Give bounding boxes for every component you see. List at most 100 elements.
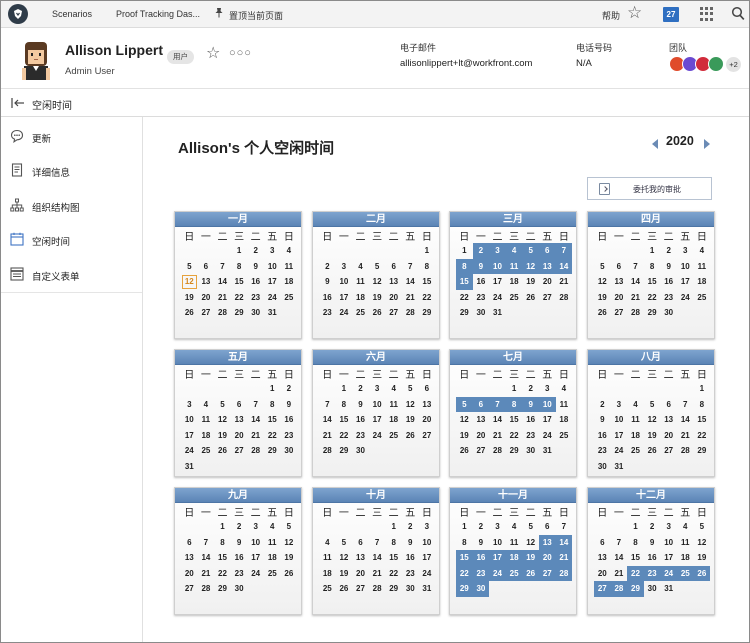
sidebar-item-time-off[interactable]: 空闲时间 [1,222,142,256]
calendar-day[interactable]: 4 [385,381,402,397]
calendar-day[interactable]: 16 [402,550,419,566]
calendar-day[interactable]: 30 [231,581,248,597]
calendar-day[interactable]: 30 [473,305,490,321]
calendar-day[interactable]: 15 [506,412,523,428]
calendar-day[interactable]: 5 [281,519,298,535]
calendar-day[interactable]: 10 [181,412,198,428]
calendar-day[interactable]: 25 [281,290,298,306]
calendar-day[interactable]: 4 [506,519,523,535]
calendar-day[interactable]: 23 [247,290,264,306]
calendar-day[interactable]: 8 [694,397,711,413]
calendar-day[interactable]: 19 [336,566,353,582]
calendar-day[interactable]: 13 [594,550,611,566]
calendar-day[interactable]: 31 [489,305,506,321]
calendar-day[interactable]: 22 [456,565,473,581]
calendar-day[interactable]: 27 [385,305,402,321]
calendar-day[interactable]: 2 [473,519,490,535]
calendar-day[interactable]: 17 [181,428,198,444]
calendar-day[interactable]: 31 [539,443,556,459]
calendar-day[interactable]: 28 [556,290,573,306]
calendar-day[interactable]: 4 [352,259,369,275]
calendar-day[interactable]: 30 [594,459,611,475]
calendar-day[interactable]: 4 [505,243,523,259]
calendar-day[interactable]: 12 [369,274,386,290]
calendar-day[interactable]: 19 [214,428,231,444]
calendar-day[interactable]: 13 [181,550,198,566]
calendar-day[interactable]: 21 [555,550,573,566]
calendar-day[interactable]: 11 [264,535,281,551]
calendar-day[interactable]: 17 [489,274,506,290]
calendar-day[interactable]: 5 [214,397,231,413]
calendar-day[interactable]: 28 [247,443,264,459]
calendar-day[interactable]: 11 [352,274,369,290]
calendar-day[interactable]: 17 [369,412,386,428]
calendar-day[interactable]: 8 [231,259,248,275]
calendar-day[interactable]: 1 [385,519,402,535]
calendar-day[interactable]: 20 [611,290,628,306]
calendar-day[interactable]: 15 [627,550,644,566]
calendar-day[interactable]: 22 [336,428,353,444]
calendar-day[interactable]: 30 [472,581,490,597]
calendar-day[interactable]: 8 [336,397,353,413]
calendar-day[interactable]: 29 [419,305,436,321]
calendar-day[interactable]: 10 [611,412,628,428]
calendar-day[interactable]: 10 [336,274,353,290]
calendar-day[interactable]: 1 [644,243,661,259]
calendar-day[interactable]: 26 [336,581,353,597]
app-grid-icon[interactable] [700,7,714,21]
calendar-day[interactable]: 29 [231,305,248,321]
calendar-day[interactable]: 23 [660,290,677,306]
calendar-day[interactable]: 19 [522,550,539,566]
calendar-day[interactable]: 11 [505,258,523,274]
pin-page-link[interactable]: 置顶当前页面 [229,9,283,22]
calendar-day[interactable]: 12 [694,535,711,551]
calendar-day[interactable]: 14 [627,274,644,290]
calendar-day[interactable]: 3 [677,243,694,259]
calendar-day[interactable]: 20 [419,412,436,428]
calendar-day[interactable]: 15 [385,550,402,566]
calendar-day[interactable]: 1 [456,243,473,259]
calendar-day[interactable]: 9 [644,535,661,551]
calendar-day[interactable]: 23 [281,428,298,444]
calendar-day[interactable]: 16 [231,550,248,566]
calendar-day[interactable]: 25 [556,428,573,444]
calendar-day[interactable]: 5 [456,396,473,412]
calendar-day[interactable]: 30 [281,443,298,459]
calendar-day[interactable]: 25 [627,443,644,459]
calendar-day[interactable]: 24 [419,566,436,582]
calendar-day[interactable]: 4 [677,519,694,535]
calendar-day[interactable]: 21 [402,290,419,306]
calendar-day[interactable]: 23 [472,565,490,581]
sidebar-item-org-chart[interactable]: 组织结构图 [1,188,142,222]
calendar-day[interactable]: 1 [506,381,523,397]
calendar-badge-icon[interactable]: 27 [663,7,679,22]
calendar-day[interactable]: 22 [627,565,644,581]
sidebar-item-custom-forms[interactable]: 自定义表单 [1,257,142,291]
calendar-day[interactable]: 9 [473,535,490,551]
calendar-day[interactable]: 9 [319,274,336,290]
calendar-day[interactable]: 20 [352,566,369,582]
calendar-day[interactable]: 3 [660,519,677,535]
prev-year-arrow-icon[interactable] [652,139,658,149]
calendar-day[interactable]: 5 [694,519,711,535]
calendar-day[interactable]: 24 [489,290,506,306]
calendar-day[interactable]: 6 [181,535,198,551]
calendar-day[interactable]: 14 [319,412,336,428]
calendar-day[interactable]: 7 [627,259,644,275]
calendar-day[interactable]: 28 [402,305,419,321]
calendar-day[interactable]: 13 [231,412,248,428]
calendar-day[interactable]: 26 [522,565,539,581]
calendar-day[interactable]: 16 [594,428,611,444]
calendar-day[interactable]: 6 [594,535,611,551]
calendar-day[interactable]: 17 [247,550,264,566]
calendar-day[interactable]: 3 [419,519,436,535]
calendar-day[interactable]: 18 [694,274,711,290]
calendar-day[interactable]: 21 [247,428,264,444]
calendar-day[interactable]: 3 [336,259,353,275]
calendar-day[interactable]: 29 [264,443,281,459]
calendar-day[interactable]: 6 [611,259,628,275]
calendar-day[interactable]: 27 [538,565,556,581]
calendar-day[interactable]: 15 [694,412,711,428]
calendar-day[interactable]: 6 [385,259,402,275]
calendar-day[interactable]: 25 [319,581,336,597]
